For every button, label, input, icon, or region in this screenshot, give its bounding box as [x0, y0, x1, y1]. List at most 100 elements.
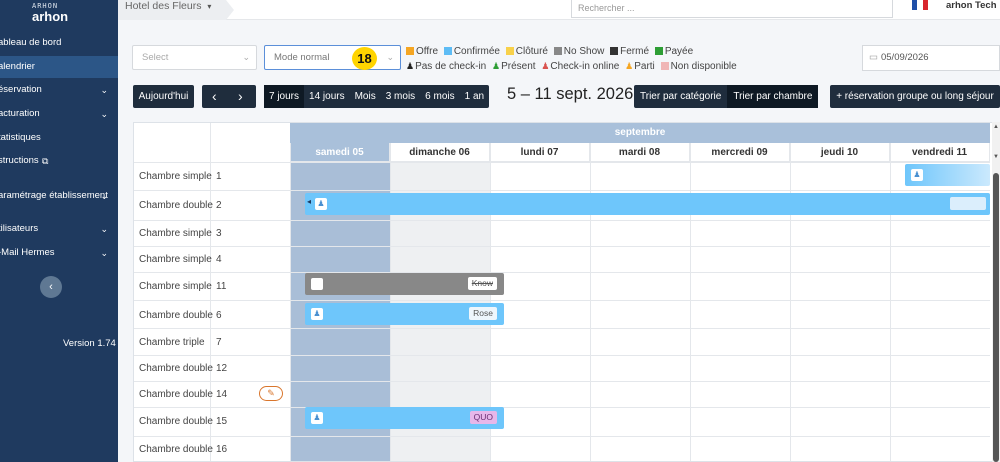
- reservation-block[interactable]: ♟: [905, 164, 990, 186]
- room-type: Chambre double: [139, 200, 213, 211]
- legend-label: Check-in online: [550, 61, 620, 72]
- sidebar-item-reservation[interactable]: éservation ⌄: [0, 79, 118, 101]
- version-label: Version 1.74: [63, 338, 116, 349]
- date-range-title: 5 – 11 sept. 2026: [507, 85, 634, 103]
- room-number: 3: [216, 228, 222, 239]
- room-number: 12: [216, 363, 228, 374]
- french-flag-icon[interactable]: [912, 0, 928, 10]
- sort-by-room-button[interactable]: Trier par chambre: [727, 85, 819, 108]
- sidebar-item-email-hermes[interactable]: -Mail Hermes ⌄: [0, 242, 118, 264]
- month-header: septembre: [290, 123, 990, 143]
- room-number: 15: [216, 416, 228, 427]
- room-number: 7: [216, 337, 222, 348]
- legend-swatch: [406, 47, 414, 55]
- reservation-block[interactable]: ◂ ♟: [305, 193, 990, 215]
- hotel-selector[interactable]: Hotel des Fleurs ▾: [118, 0, 234, 20]
- mode-select[interactable]: Mode normal ⌄: [264, 45, 401, 70]
- prev-next-group: ‹ ›: [202, 85, 256, 108]
- guest-tag: Rose: [469, 307, 497, 320]
- day-header[interactable]: vendredi 11: [890, 143, 990, 162]
- period-7-days[interactable]: 7 jours: [264, 85, 305, 108]
- room-type: Chambre simple: [139, 228, 212, 239]
- legend-label: Fermé: [620, 46, 650, 57]
- day-header[interactable]: mercredi 09: [690, 143, 790, 162]
- legend-label: Non disponible: [670, 61, 737, 72]
- planning-grid: septembre samedi 05 dimanche 06 lundi 07…: [133, 122, 1000, 462]
- logo[interactable]: ARHON arhon: [0, 0, 118, 24]
- cleaning-brush-icon[interactable]: ✎: [259, 386, 283, 401]
- guest-icon: ♟: [315, 198, 327, 210]
- sidebar-item-dashboard[interactable]: ableau de bord: [0, 32, 118, 54]
- legend-swatch: [505, 47, 514, 55]
- sidebar-item-label: tilisateurs: [0, 223, 39, 234]
- period-month[interactable]: Mois: [350, 85, 381, 108]
- sidebar-item-billing[interactable]: acturation ⌄: [0, 103, 118, 125]
- legend-label: Clôturé: [515, 46, 548, 57]
- legend-label: Présent: [501, 61, 536, 72]
- room-row: Chambre simple 11: [134, 272, 990, 300]
- room-number: 4: [216, 254, 222, 265]
- category-select[interactable]: Select ⌄: [132, 45, 257, 70]
- legend-swatch: [660, 62, 669, 70]
- room-number: 16: [216, 444, 228, 455]
- scroll-up-icon[interactable]: ▲: [992, 124, 1000, 134]
- presence-legend: ♟Pas de check-in ♟Présent ♟Check-in onli…: [406, 61, 740, 72]
- room-row: Chambre simple 3: [134, 220, 990, 246]
- day-header[interactable]: mardi 08: [590, 143, 690, 162]
- scroll-down-icon[interactable]: ▼: [992, 154, 1000, 164]
- room-type: Chambre triple: [139, 337, 205, 348]
- legend-ferme: Fermé: [610, 46, 649, 57]
- sort-selector: Trier par catégorie Trier par chambre: [634, 85, 819, 108]
- chevron-down-icon: ⌄: [386, 52, 394, 62]
- sidebar-item-label: acturation: [0, 108, 40, 119]
- day-header[interactable]: lundi 07: [490, 143, 590, 162]
- legend-parti: ♟Parti: [625, 61, 655, 72]
- room-row: Chambre double 12: [134, 355, 990, 381]
- sidebar-item-label: -Mail Hermes: [0, 247, 55, 258]
- reservation-block[interactable]: ♟ QUO: [305, 407, 504, 429]
- sidebar-item-label: structions: [0, 155, 39, 166]
- legend-no-show: No Show: [553, 46, 604, 57]
- sidebar-item-settings[interactable]: aramétrage établissement ⌄: [0, 185, 118, 207]
- collapse-sidebar-button[interactable]: ‹: [40, 276, 62, 298]
- chevron-down-icon: ⌄: [100, 248, 108, 258]
- room-row: Chambre simple 1: [134, 162, 990, 190]
- search-input[interactable]: Rechercher ...: [571, 0, 893, 18]
- room-type: Chambre double: [139, 416, 213, 427]
- legend-label: Payée: [664, 46, 694, 57]
- sidebar-item-users[interactable]: tilisateurs ⌄: [0, 218, 118, 240]
- period-1-year[interactable]: 1 an: [460, 85, 489, 108]
- room-type: Chambre simple: [139, 281, 212, 292]
- period-3-months[interactable]: 3 mois: [381, 85, 420, 108]
- prev-button[interactable]: ‹: [212, 85, 217, 108]
- legend-checkin-online: ♟Check-in online: [541, 61, 619, 72]
- day-header[interactable]: jeudi 10: [790, 143, 890, 162]
- date-value: 05/09/2026: [880, 52, 929, 63]
- scrollbar-thumb[interactable]: [993, 173, 999, 462]
- legend-label: Parti: [634, 61, 655, 72]
- next-button[interactable]: ›: [238, 85, 243, 108]
- period-selector: 7 jours 14 jours Mois 3 mois 6 mois 1 an: [264, 85, 490, 108]
- sort-by-category-button[interactable]: Trier par catégorie: [634, 85, 727, 108]
- day-header[interactable]: dimanche 06: [390, 143, 490, 162]
- day-header[interactable]: samedi 05: [290, 143, 390, 162]
- hotel-name: Hotel des Fleurs: [125, 0, 202, 12]
- reservation-block[interactable]: Know: [305, 273, 504, 295]
- room-number: 11: [216, 281, 227, 292]
- period-14-days[interactable]: 14 jours: [304, 85, 350, 108]
- period-6-months[interactable]: 6 mois: [420, 85, 459, 108]
- reservation-block[interactable]: ♟ Rose: [305, 303, 504, 325]
- sidebar-item-instructions[interactable]: structions ⧉: [0, 150, 118, 172]
- group-booking-button[interactable]: + réservation groupe ou long séjour: [830, 85, 1000, 108]
- date-picker[interactable]: ▭ 05/09/2026: [862, 45, 1000, 71]
- calendar-icon: ▭: [869, 52, 878, 63]
- today-button[interactable]: Aujourd'hui: [133, 85, 194, 108]
- room-number: 2: [216, 200, 222, 211]
- legend-non-disponible: Non disponible: [660, 61, 737, 72]
- sidebar-item-statistics[interactable]: tatistiques: [0, 127, 118, 149]
- sidebar-item-label: aramétrage établissement: [0, 190, 108, 201]
- sidebar-item-label: tatistiques: [0, 132, 41, 143]
- sidebar-item-calendar[interactable]: alendrier: [0, 56, 118, 78]
- room-type: Chambre double: [139, 444, 213, 455]
- user-name[interactable]: arhon Tech: [946, 0, 997, 11]
